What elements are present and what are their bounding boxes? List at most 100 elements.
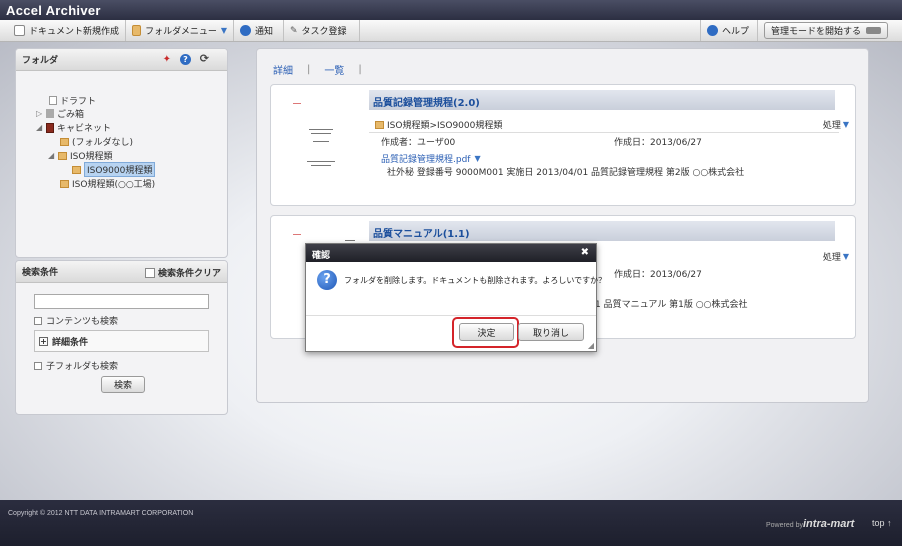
search-panel-title: 検索条件 [22, 268, 59, 278]
tree-item-iso[interactable]: ◢ ISO規程類 [48, 149, 112, 162]
tree-item-draft[interactable]: ドラフト [49, 94, 96, 107]
collapse-icon[interactable]: ◢ [48, 151, 58, 160]
expand-icon[interactable]: ▷ [36, 109, 46, 118]
view-tabs: 詳細 | 一覧 | [273, 62, 362, 77]
tree-item-label: ISO規程類 [70, 152, 113, 162]
detail-conditions-label: 詳細条件 [52, 337, 89, 348]
tab-divider: | [307, 64, 311, 75]
dialog-title: 確認 [312, 251, 331, 261]
toolbar: ドキュメント新規作成 フォルダメニュー ▼ 通知 ✎ タスク登録 ヘルプ 管理モ… [0, 20, 902, 42]
search-input[interactable] [34, 294, 209, 309]
folder-icon [60, 179, 69, 188]
question-icon: ? [317, 270, 337, 290]
new-document-button[interactable]: ドキュメント新規作成 [8, 20, 126, 41]
pin-icon: ✎ [290, 25, 298, 36]
trash-icon [46, 109, 54, 118]
folder-panel-title: フォルダ [22, 56, 59, 66]
chevron-down-icon: ▼ [220, 26, 227, 35]
tab-detail[interactable]: 詳細 [273, 62, 293, 77]
dialog-message: フォルダを削除します。ドキュメントも削除されます。よろしいですか？ [344, 276, 607, 285]
document-created: 作成日：2013/06/27 [614, 138, 702, 148]
tree-item-label: キャビネット [57, 124, 112, 134]
draft-icon [49, 96, 57, 105]
action-menu[interactable]: 処理 ▼ [823, 118, 849, 131]
content-search-checkbox[interactable]: コンテンツも検索 [34, 314, 118, 327]
tree-item-label: (フォルダなし) [72, 138, 134, 148]
ok-button[interactable]: 決定 [459, 323, 514, 341]
document-author: 作成者：ユーザ00 [381, 138, 456, 148]
close-icon[interactable]: ✖ [581, 247, 589, 258]
action-menu[interactable]: 処理 ▼ [823, 250, 849, 263]
document-properties: 社外秘 登録番号 9000M001 実施日 2013/04/01 品質記録管理規… [387, 168, 745, 178]
clear-icon [144, 267, 155, 278]
tree-item-iso-factory[interactable]: ISO規程類(○○工場) [60, 177, 155, 190]
tab-list[interactable]: 一覧 [324, 62, 344, 77]
checkbox[interactable] [34, 316, 42, 325]
search-button[interactable]: 検索 [101, 376, 145, 393]
admin-mode-button[interactable]: 管理モードを開始する [764, 22, 888, 39]
document-card: 品質記録管理規程(2.0) ISO規程類>ISO9000規程類 処理 ▼ 作成者… [270, 84, 856, 206]
search-panel: 検索条件 検索条件クリア コンテンツも検索 + 詳細条件 子フォルダも検索 検索 [15, 260, 228, 415]
info-icon [240, 25, 251, 36]
search-button-label: 検索 [113, 381, 132, 391]
new-document-label: ドキュメント新規作成 [28, 27, 119, 37]
tree-item-cabinet[interactable]: ◢ キャビネット [36, 121, 111, 134]
document-path: ISO規程類>ISO9000規程類 [375, 118, 502, 131]
folder-menu-button[interactable]: フォルダメニュー ▼ [126, 20, 234, 41]
document-title[interactable]: 品質記録管理規程(2.0) [369, 90, 835, 110]
search-panel-header: 検索条件 検索条件クリア [16, 261, 227, 283]
file-name: 品質記録管理規程.pdf [381, 155, 471, 165]
document-icon [14, 25, 25, 36]
chevron-down-icon: ▼ [474, 154, 481, 163]
action-label: 処理 [822, 121, 841, 131]
brand-logo: intra-mart [803, 518, 855, 530]
help-icon[interactable]: ? [180, 54, 191, 65]
content-search-label: コンテンツも検索 [46, 317, 119, 327]
folder-icon [72, 165, 81, 174]
footer: Copyright © 2012 NTT DATA INTRAMART CORP… [0, 500, 902, 546]
folder-panel: フォルダ ✦ ? ⟳ ドラフト ▷ ごみ箱 ◢ キャビネット (フォルダなし) [15, 48, 228, 258]
notify-button[interactable]: 通知 [234, 20, 284, 41]
subfolder-search-checkbox[interactable]: 子フォルダも検索 [34, 359, 118, 372]
tree-item-label: ドラフト [60, 97, 97, 107]
folder-icon [58, 151, 67, 160]
divider [369, 132, 839, 133]
notify-label: 通知 [255, 27, 274, 37]
help-button[interactable]: ヘルプ [700, 20, 758, 41]
document-file-link[interactable]: 品質記録管理規程.pdf ▼ [381, 152, 481, 165]
tree-item-nofolder[interactable]: (フォルダなし) [60, 135, 133, 148]
admin-mode-label: 管理モードを開始する [771, 27, 862, 37]
help-icon [707, 25, 718, 36]
tab-divider: | [358, 64, 362, 75]
tree-item-trash[interactable]: ▷ ごみ箱 [36, 107, 84, 120]
document-created: 作成日：2013/06/27 [614, 270, 702, 280]
tree-item-label-selected: ISO9000規程類 [84, 162, 156, 177]
document-thumbnail[interactable] [287, 99, 355, 187]
task-register-label: タスク登録 [301, 27, 347, 37]
tree-item-label: ISO規程類(○○工場) [72, 180, 156, 190]
pin-icon[interactable]: ✦ [163, 54, 171, 65]
resize-icon[interactable]: ◢ [588, 341, 594, 350]
chevron-down-icon: ▼ [842, 120, 849, 129]
top-link[interactable]: top ↑ [872, 518, 892, 528]
help-label: ヘルプ [722, 27, 750, 37]
document-title[interactable]: 品質マニュアル(1.1) [369, 221, 835, 241]
chevron-down-icon: ▼ [842, 252, 849, 261]
tree-item-iso9000[interactable]: ISO9000規程類 [72, 162, 156, 177]
cabinet-icon [46, 122, 54, 133]
folder-panel-header: フォルダ ✦ ? ⟳ [16, 49, 227, 71]
action-label: 処理 [822, 253, 841, 263]
detail-conditions-toggle[interactable]: + 詳細条件 [34, 330, 209, 352]
collapse-icon[interactable]: ◢ [36, 123, 46, 132]
powered-by: Powered by [766, 522, 803, 529]
document-path-label: ISO規程類>ISO9000規程類 [387, 121, 503, 131]
clear-search-button[interactable]: 検索条件クリア [144, 266, 221, 279]
task-register-button[interactable]: ✎ タスク登録 [284, 20, 360, 41]
dialog-header: 確認 ✖ [306, 244, 596, 262]
copyright: Copyright © 2012 NTT DATA INTRAMART CORP… [8, 510, 194, 517]
refresh-icon[interactable]: ⟳ [200, 52, 209, 65]
dialog-divider [306, 315, 596, 316]
document-properties: 1 品質マニュアル 第1版 ○○株式会社 [595, 300, 748, 310]
checkbox[interactable] [34, 361, 42, 370]
cancel-button[interactable]: 取り消し [518, 323, 584, 341]
